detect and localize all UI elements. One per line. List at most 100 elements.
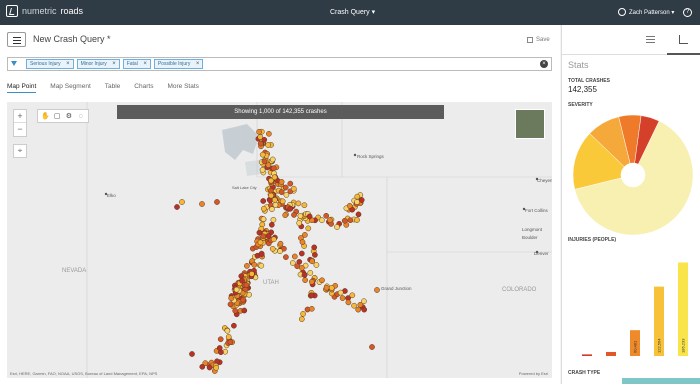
crash-point[interactable] — [267, 197, 273, 204]
crash-point[interactable] — [214, 199, 220, 205]
crash-point[interactable] — [199, 201, 205, 207]
crash-point[interactable] — [269, 156, 276, 163]
crash-point[interactable] — [305, 225, 312, 232]
user-menu[interactable]: Zach Patterson ▾ — [618, 8, 674, 16]
tab-more-stats[interactable]: More Stats — [167, 83, 198, 93]
crash-point[interactable] — [291, 253, 298, 260]
crash-point[interactable] — [308, 292, 315, 299]
crash-point[interactable] — [269, 245, 276, 252]
crash-point[interactable] — [319, 217, 325, 224]
crash-point[interactable] — [259, 166, 266, 173]
crash-point[interactable] — [266, 130, 272, 137]
save-button[interactable]: Save — [527, 37, 550, 43]
crash-point[interactable] — [228, 295, 235, 302]
crash-point[interactable] — [270, 165, 277, 172]
crash-point[interactable] — [312, 252, 318, 258]
crash-point[interactable] — [256, 128, 262, 135]
crash-point[interactable] — [213, 364, 220, 371]
crash-point[interactable] — [323, 284, 330, 291]
crash-point[interactable] — [268, 192, 274, 199]
crash-point[interactable] — [268, 187, 274, 194]
help-icon[interactable]: ? — [683, 8, 692, 17]
menu-button[interactable] — [7, 32, 26, 47]
crash-point[interactable] — [271, 197, 278, 203]
crash-point[interactable] — [243, 282, 250, 288]
severity-pie-chart[interactable] — [568, 110, 698, 240]
crash-point[interactable] — [277, 240, 284, 247]
crash-point[interactable] — [297, 213, 304, 219]
crash-point[interactable] — [290, 185, 297, 192]
crash-map[interactable]: Rock Springs Cheyenne Elko Fort Collins Long… — [7, 102, 552, 378]
crash-point[interactable] — [278, 189, 285, 195]
crash-point[interactable] — [240, 296, 246, 303]
crash-point[interactable] — [282, 184, 289, 191]
crash-point[interactable] — [241, 307, 248, 314]
crash-point[interactable] — [347, 217, 354, 224]
crash-point[interactable] — [311, 244, 318, 251]
crash-point[interactable] — [354, 217, 360, 223]
crash-point[interactable] — [358, 197, 365, 203]
crash-point[interactable] — [174, 204, 180, 210]
crash-point[interactable] — [258, 251, 265, 257]
crash-point[interactable] — [306, 213, 313, 220]
crash-point[interactable] — [225, 334, 232, 340]
radius-icon[interactable]: ◌ — [76, 112, 85, 121]
crash-point[interactable] — [374, 287, 380, 293]
crash-point[interactable] — [345, 299, 352, 306]
crash-point[interactable] — [272, 202, 279, 208]
crash-point[interactable] — [354, 199, 360, 205]
crash-point[interactable] — [216, 345, 223, 351]
crash-point[interactable] — [361, 306, 368, 313]
select-box-icon[interactable]: ▢ — [53, 112, 62, 121]
crash-point[interactable] — [346, 202, 353, 209]
crash-point[interactable] — [227, 339, 234, 345]
remove-filter-icon[interactable]: × — [143, 60, 147, 69]
tab-map-segment[interactable]: Map Segment — [50, 83, 90, 93]
crash-point[interactable] — [301, 202, 308, 209]
crash-point[interactable] — [298, 265, 305, 271]
zoom-in-button[interactable]: + — [14, 110, 26, 123]
crash-point[interactable] — [302, 277, 308, 283]
crash-point[interactable] — [369, 344, 375, 350]
crash-point[interactable] — [308, 278, 315, 285]
crash-point[interactable] — [289, 260, 296, 266]
crash-point[interactable] — [199, 363, 206, 370]
crash-point[interactable] — [355, 211, 362, 218]
crash-point[interactable] — [260, 233, 267, 240]
crash-point[interactable] — [328, 285, 335, 291]
crash-point[interactable] — [269, 206, 275, 213]
locate-button[interactable]: ⌖ — [13, 144, 27, 158]
tab-charts[interactable]: Charts — [134, 83, 153, 93]
map-canvas[interactable]: Rock Springs Cheyenne Elko Fort Collins Long… — [7, 102, 552, 378]
brand-logo[interactable]: numetric roads — [6, 5, 83, 17]
crash-point[interactable] — [265, 142, 271, 148]
crash-point[interactable] — [327, 217, 333, 223]
pan-hand-icon[interactable]: ✋ — [41, 112, 50, 121]
crash-point[interactable] — [217, 336, 224, 343]
crash-point[interactable] — [299, 239, 306, 245]
tab-table[interactable]: Table — [105, 83, 121, 93]
crash-point[interactable] — [260, 198, 267, 204]
crash-point[interactable] — [334, 224, 340, 230]
crash-point[interactable] — [341, 217, 348, 224]
crash-point[interactable] — [260, 205, 267, 212]
crash-point[interactable] — [268, 221, 275, 228]
crash-point[interactable] — [301, 272, 308, 278]
remove-filter-icon[interactable]: × — [196, 60, 200, 69]
crash-point[interactable] — [323, 212, 330, 219]
crash-point[interactable] — [206, 364, 213, 371]
crash-point[interactable] — [300, 311, 306, 317]
crash-point[interactable] — [351, 302, 357, 309]
query-type-dropdown[interactable]: Crash Query ▾ — [330, 8, 375, 16]
crash-point[interactable] — [287, 180, 294, 187]
crash-point[interactable] — [270, 236, 277, 243]
crash-point[interactable] — [231, 322, 237, 329]
crash-point[interactable] — [309, 258, 315, 265]
filter-chip[interactable]: Fatal × — [122, 59, 151, 69]
crash-point[interactable] — [298, 250, 305, 257]
crash-point[interactable] — [355, 306, 362, 313]
basemap-toggle[interactable] — [515, 109, 545, 139]
crash-point[interactable] — [277, 248, 283, 255]
crash-point[interactable] — [283, 254, 289, 260]
filter-chip[interactable]: Serious Injury × — [26, 59, 74, 69]
